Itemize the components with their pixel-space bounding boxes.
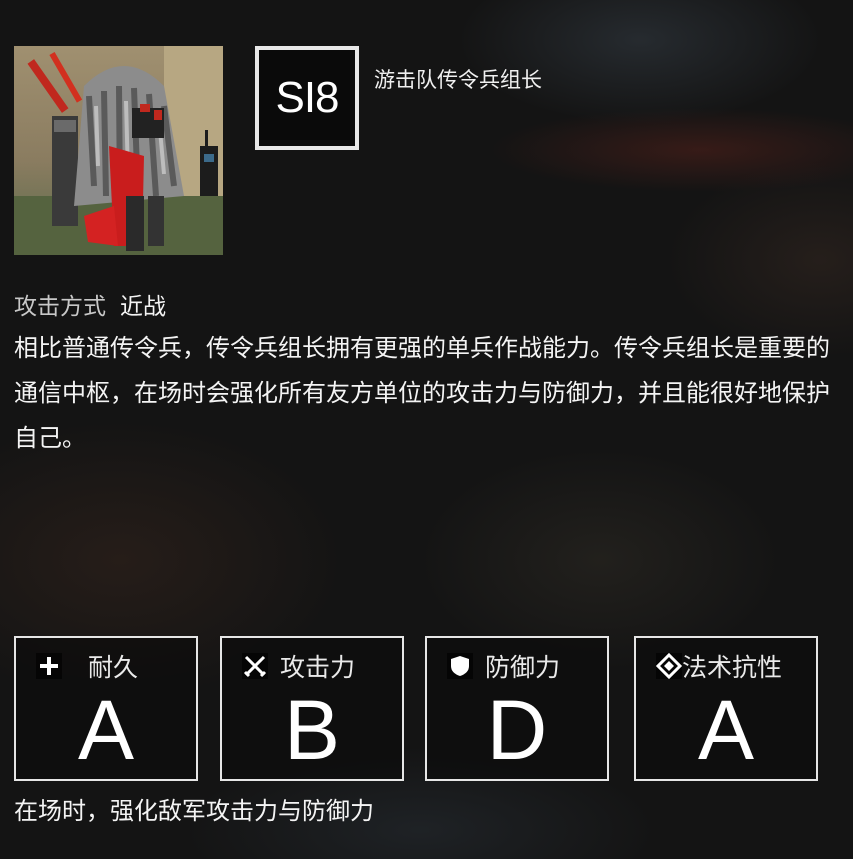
ability-note: 在场时，强化敌军攻击力与防御力 [14,797,374,825]
attack-type-value: 近战 [120,294,166,320]
stat-grade: A [697,683,755,777]
stat-label: 法术抗性 [682,653,783,682]
stat-card-defense: 防御力 D [425,636,609,781]
stat-grade: D [486,683,548,777]
attack-type-row: 攻击方式 近战 [14,287,166,321]
shield-icon [447,653,473,679]
stat-card-endurance: 耐久 A [14,636,198,781]
diamond-icon [656,653,682,679]
crossed-swords-icon [242,653,268,679]
stat-label: 耐久 [88,653,139,682]
enemy-code-badge: SI8 [255,46,359,150]
enemy-description: 相比普通传令兵，传令兵组长拥有更强的单兵作战能力。传令兵组长是重要的通信中枢，在… [14,334,830,452]
stat-grade: B [283,683,341,777]
stat-grade: A [77,683,135,777]
enemy-name: 游击队传令兵组长 [374,68,542,92]
stat-card-resistance: 法术抗性 A [634,636,818,781]
plus-icon [36,653,62,679]
stat-label: 防御力 [485,653,561,682]
attack-type-label: 攻击方式 [14,294,106,320]
enemy-portrait [14,46,223,255]
stat-card-attack: 攻击力 B [220,636,404,781]
stat-label: 攻击力 [280,653,356,682]
